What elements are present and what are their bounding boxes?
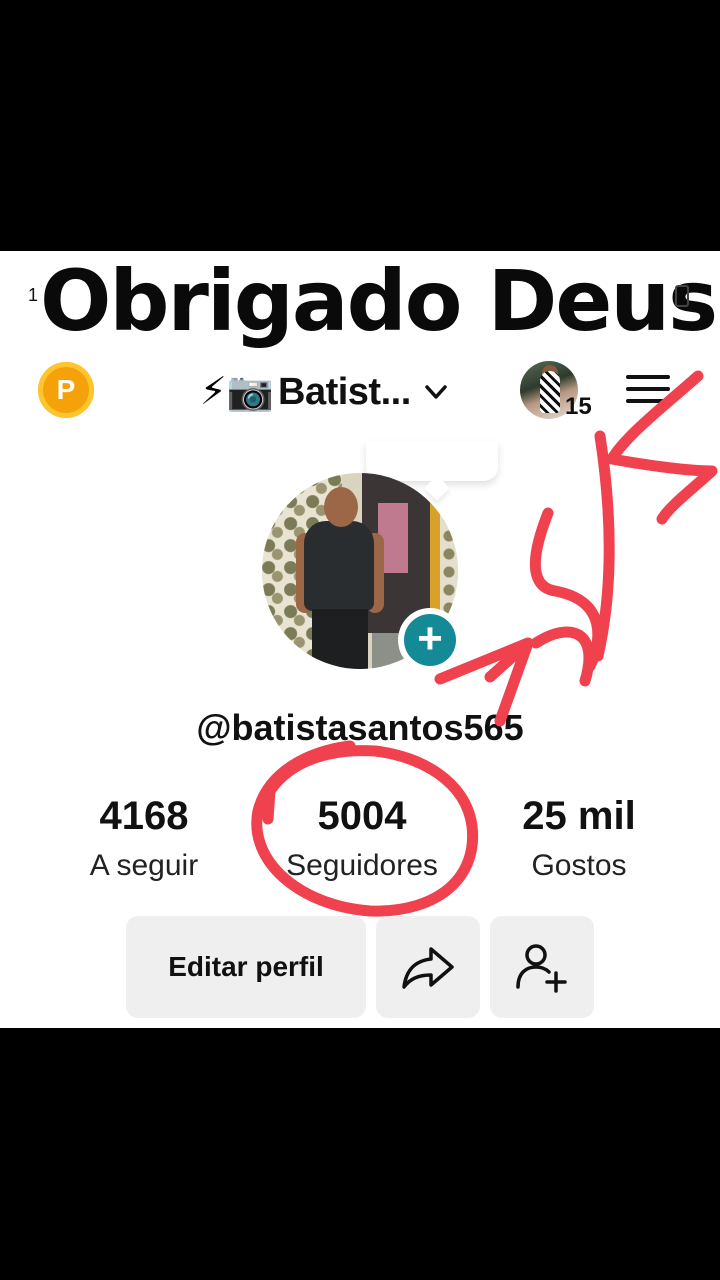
- top-bar: P ⚡📷 Batist... 15: [0, 361, 720, 421]
- share-arrow-icon: [402, 947, 454, 989]
- stat-following[interactable]: 4168 A seguir: [44, 791, 244, 891]
- coin-icon[interactable]: P: [38, 362, 94, 418]
- add-friend-button[interactable]: [490, 916, 594, 1018]
- stat-following-label: A seguir: [89, 849, 199, 882]
- caption-overlay: 1 Obrigado Deus: [0, 251, 720, 351]
- plus-icon: +: [404, 614, 456, 666]
- stat-likes-value: 25 mil: [522, 794, 636, 838]
- hamburger-menu-icon[interactable]: [624, 371, 672, 407]
- stat-likes[interactable]: 25 mil Gostos: [479, 791, 679, 891]
- status-bar-time: 1: [28, 285, 39, 305]
- chevron-down-icon: [425, 385, 447, 399]
- battery-icon: [675, 285, 689, 307]
- account-emojis: ⚡📷: [200, 371, 274, 413]
- add-story-button[interactable]: +: [398, 608, 462, 672]
- share-profile-button[interactable]: [376, 916, 480, 1018]
- caption-text: Obrigado Deus: [40, 252, 718, 350]
- account-switcher[interactable]: ⚡📷 Batist...: [200, 367, 451, 417]
- stat-likes-label: Gostos: [531, 849, 627, 882]
- friends-count-badge: 15: [565, 393, 592, 420]
- profile-screen: 1 Obrigado Deus P ⚡📷 Batist... 15 + @bat…: [0, 251, 720, 1028]
- account-name: Batist...: [278, 370, 411, 413]
- stat-followers[interactable]: 5004 Seguidores: [262, 791, 462, 891]
- stat-followers-value: 5004: [317, 794, 407, 838]
- stat-following-value: 4168: [99, 794, 189, 838]
- edit-profile-button[interactable]: Editar perfil: [126, 916, 366, 1018]
- profile-username: @batistasantos565: [196, 707, 524, 748]
- coin-label: P: [56, 374, 76, 405]
- add-friend-icon: [516, 944, 567, 993]
- stat-followers-label: Seguidores: [286, 849, 438, 882]
